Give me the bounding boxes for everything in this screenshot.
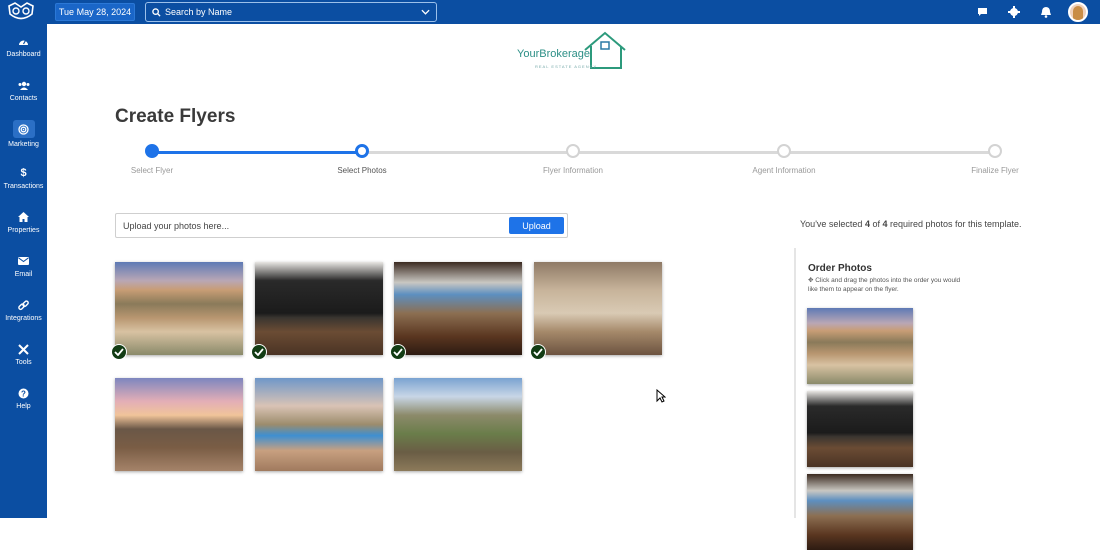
- bell-icon[interactable]: [1030, 0, 1062, 24]
- order-thumb-3[interactable]: [807, 474, 913, 550]
- sidebar-item-label: Integrations: [5, 315, 42, 322]
- search-icon: [152, 7, 161, 17]
- sidebar-item-email[interactable]: Email: [0, 244, 47, 288]
- order-thumb-2[interactable]: [807, 391, 913, 467]
- photo-bedroom[interactable]: [534, 262, 662, 355]
- brand-tagline: REAL ESTATE AGENCY: [535, 64, 598, 69]
- sidebar-item-transactions[interactable]: $ Transactions: [0, 156, 47, 200]
- step-agent-information[interactable]: Agent Information: [724, 144, 844, 175]
- sidebar-item-label: Help: [16, 403, 31, 410]
- sidebar-item-label: Marketing: [8, 141, 39, 148]
- mouse-cursor-icon: [656, 389, 666, 403]
- chat-icon[interactable]: [966, 0, 998, 24]
- photo-golf-view[interactable]: [394, 378, 522, 471]
- date-button[interactable]: Tue May 28, 2024: [55, 3, 135, 21]
- page-title: Create Flyers: [115, 106, 236, 127]
- step-label: Select Flyer: [130, 166, 174, 175]
- step-dot: [566, 144, 580, 158]
- sidebar-item-label: Properties: [7, 227, 40, 234]
- sidebar-item-integrations[interactable]: Integrations: [0, 288, 47, 332]
- step-label: Flyer Information: [542, 166, 604, 175]
- sidebar-item-label: Email: [14, 271, 33, 278]
- photo-desert-home[interactable]: [115, 262, 243, 355]
- gear-icon[interactable]: [998, 0, 1030, 24]
- sidebar-item-tools[interactable]: Tools: [0, 332, 47, 376]
- step-select-photos[interactable]: Select Photos: [302, 144, 422, 175]
- dashboard-icon: [17, 34, 31, 48]
- main-content: YourBrokerage REAL ESTATE AGENCY Create …: [47, 24, 1100, 550]
- sidebar: Dashboard Contacts Marketing $ Transacti…: [0, 24, 47, 518]
- step-dot-done: [145, 144, 159, 158]
- check-icon: [530, 344, 546, 360]
- photo-pool[interactable]: [255, 378, 383, 471]
- chevron-down-icon[interactable]: [421, 9, 430, 15]
- date-label: Tue May 28, 2024: [58, 7, 132, 17]
- step-select-flyer[interactable]: Select Flyer: [92, 144, 212, 175]
- sidebar-item-label: Dashboard: [6, 51, 41, 58]
- avatar[interactable]: [1068, 2, 1088, 22]
- dollar-icon: $: [20, 167, 27, 179]
- step-dot-current: [355, 144, 369, 158]
- target-icon: [12, 120, 35, 138]
- sidebar-item-label: Contacts: [9, 95, 38, 102]
- photo-living-room[interactable]: [394, 262, 522, 355]
- sidebar-item-label: Transactions: [3, 183, 44, 190]
- sidebar-item-marketing[interactable]: Marketing: [0, 112, 47, 156]
- selection-middle: of: [869, 219, 883, 229]
- check-icon: [111, 344, 127, 360]
- step-finalize-flyer[interactable]: Finalize Flyer: [935, 144, 1055, 175]
- envelope-icon: [17, 254, 31, 268]
- search-placeholder: Search by Name: [165, 7, 233, 17]
- step-dot: [777, 144, 791, 158]
- order-photos-title: Order Photos: [808, 263, 872, 274]
- sidebar-item-label: Tools: [15, 359, 32, 366]
- selection-suffix: required photos for this template.: [887, 219, 1022, 229]
- tools-icon: [17, 342, 31, 356]
- step-label: Finalize Flyer: [971, 166, 1019, 175]
- step-dot: [988, 144, 1002, 158]
- step-label: Select Photos: [337, 166, 387, 175]
- check-icon: [390, 344, 406, 360]
- check-icon: [251, 344, 267, 360]
- order-photos-panel: Order Photos ✥ Click and drag the photos…: [794, 248, 1100, 550]
- step-flyer-information[interactable]: Flyer Information: [513, 144, 633, 175]
- photo-patio[interactable]: [115, 378, 243, 471]
- selection-status: You've selected 4 of 4 required photos f…: [800, 219, 1022, 229]
- top-bar: Tue May 28, 2024 Search by Name: [0, 0, 1100, 24]
- photo-kitchen[interactable]: [255, 262, 383, 355]
- step-label: Agent Information: [752, 166, 816, 175]
- upload-field[interactable]: Upload your photos here... Upload: [115, 213, 568, 238]
- home-icon: [17, 210, 31, 224]
- search-input[interactable]: Search by Name: [145, 2, 437, 22]
- sidebar-item-contacts[interactable]: Contacts: [0, 68, 47, 112]
- sidebar-item-properties[interactable]: Properties: [0, 200, 47, 244]
- progress-stepper: Select Flyer Select Photos Flyer Informa…: [115, 144, 1035, 184]
- owl-logo-icon[interactable]: [6, 2, 36, 22]
- brand-name: YourBrokerage: [517, 48, 590, 60]
- link-icon: [17, 298, 31, 312]
- sidebar-item-dashboard[interactable]: Dashboard: [0, 24, 47, 68]
- users-icon: [17, 78, 31, 92]
- question-icon: ?: [17, 386, 31, 400]
- sidebar-item-help[interactable]: ? Help: [0, 376, 47, 420]
- selection-prefix: You've selected: [800, 219, 865, 229]
- brokerage-logo: YourBrokerage REAL ESTATE AGENCY: [517, 30, 637, 70]
- svg-text:?: ?: [21, 389, 26, 398]
- order-thumb-1[interactable]: [807, 308, 913, 384]
- upload-button[interactable]: Upload: [509, 217, 564, 234]
- order-photos-description: ✥ Click and drag the photos into the ord…: [808, 276, 968, 294]
- order-description-text: Click and drag the photos into the order…: [808, 277, 961, 293]
- upload-placeholder: Upload your photos here...: [123, 220, 230, 231]
